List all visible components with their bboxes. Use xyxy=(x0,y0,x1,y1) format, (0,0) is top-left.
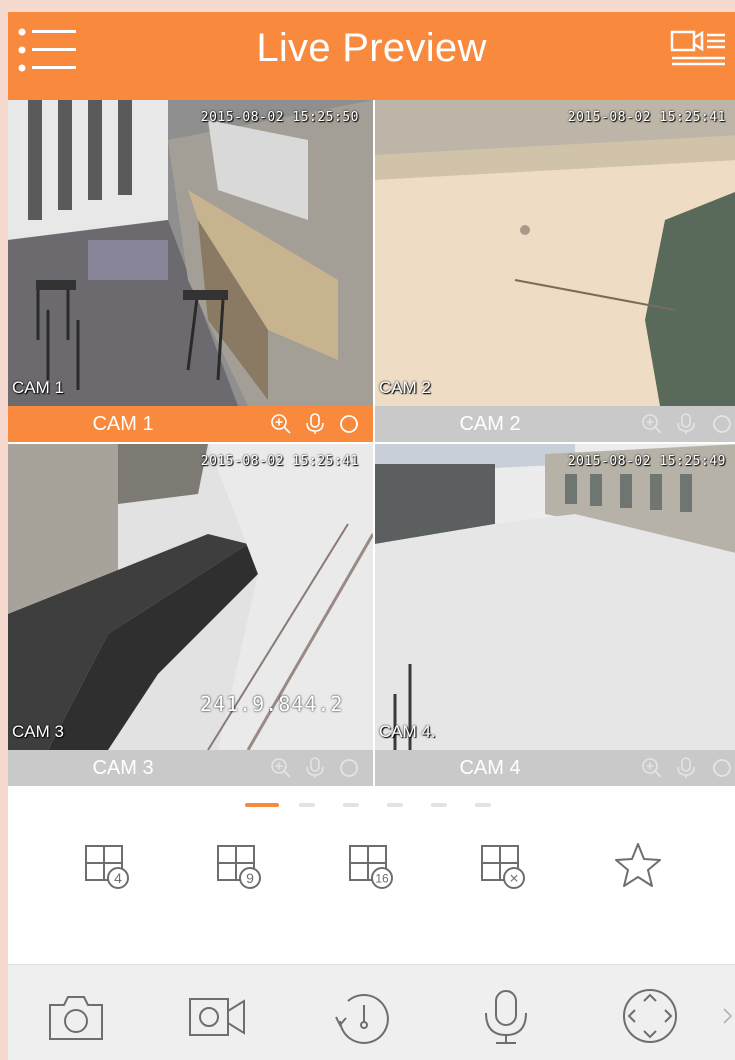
layout-badge: 9 xyxy=(246,870,254,886)
microphone-icon[interactable] xyxy=(675,757,697,779)
camera-osd-name: CAM 1 xyxy=(12,378,64,397)
page-dot-3[interactable] xyxy=(343,803,359,807)
camera-timestamp: 2015-08-02 15:25:50 xyxy=(200,110,359,125)
camera-tile-1[interactable]: 2015-08-02 15:25:50 CAM 1 CAM 1 xyxy=(8,100,373,442)
circle-icon[interactable] xyxy=(338,757,360,779)
camera-tile-3[interactable]: 2015-08-02 15:25:41 241.9.844.2 CAM 3 CA… xyxy=(8,444,373,786)
playback-history-icon[interactable] xyxy=(330,985,394,1047)
video-playback-list-icon[interactable] xyxy=(669,26,727,76)
camera-feed-4[interactable]: 2015-08-02 15:25:49 CAM 4. xyxy=(375,444,735,750)
camera-label: CAM 4 xyxy=(459,757,521,779)
snapshot-camera-icon[interactable] xyxy=(44,985,108,1047)
camera-bar-4[interactable]: CAM 4 xyxy=(375,750,735,786)
page-dot-5[interactable] xyxy=(431,803,447,807)
grid-4-icon[interactable]: 4 xyxy=(80,838,136,894)
camera-timestamp: 2015-08-02 15:25:41 xyxy=(200,454,359,469)
circle-icon[interactable] xyxy=(711,413,733,435)
microphone-icon[interactable] xyxy=(304,413,326,435)
zoom-in-icon[interactable] xyxy=(641,413,663,435)
ptz-control-icon[interactable] xyxy=(618,985,682,1047)
favorite-star-icon[interactable] xyxy=(610,838,666,894)
zoom-in-icon[interactable] xyxy=(270,757,292,779)
zoom-in-icon[interactable] xyxy=(270,413,292,435)
page-dot-4[interactable] xyxy=(387,803,403,807)
grid-16-icon[interactable]: 16 xyxy=(344,838,400,894)
camera-label: CAM 1 xyxy=(92,413,154,435)
camera-label: CAM 3 xyxy=(92,757,154,779)
close-all-icon[interactable]: × xyxy=(476,838,532,894)
layout-bar: 4 9 16 × xyxy=(8,838,735,908)
camera-osd-name: CAM 2 xyxy=(379,378,431,397)
record-video-icon[interactable] xyxy=(186,985,250,1047)
camera-bar-3[interactable]: CAM 3 xyxy=(8,750,373,786)
page-indicator xyxy=(8,798,735,812)
camera-timestamp: 2015-08-02 15:25:49 xyxy=(567,454,726,469)
camera-tile-2[interactable]: 2015-08-02 15:25:41 CAM 2 CAM 2 xyxy=(375,100,735,442)
top-bar: Live Preview xyxy=(8,12,735,100)
microphone-icon[interactable] xyxy=(675,413,697,435)
camera-osd-name: CAM 4. xyxy=(379,722,436,741)
camera-feed-2[interactable]: 2015-08-02 15:25:41 CAM 2 xyxy=(375,100,735,406)
camera-overlay-text: 241.9.844.2 xyxy=(200,692,344,716)
camera-label: CAM 2 xyxy=(459,413,521,435)
camera-feed-1[interactable]: 2015-08-02 15:25:50 CAM 1 xyxy=(8,100,373,406)
app-screen: Live Preview 2015-08-02 15:25:50 CAM 1 C… xyxy=(8,12,735,1060)
camera-bar-1[interactable]: CAM 1 xyxy=(8,406,373,442)
camera-grid: 2015-08-02 15:25:50 CAM 1 CAM 1 2015-08-… xyxy=(8,100,735,786)
zoom-in-icon[interactable] xyxy=(641,757,663,779)
camera-timestamp: 2015-08-02 15:25:41 xyxy=(567,110,726,125)
layout-badge: 4 xyxy=(114,870,122,886)
grid-9-icon[interactable]: 9 xyxy=(212,838,268,894)
page-title: Live Preview xyxy=(256,26,487,70)
circle-icon[interactable] xyxy=(338,413,360,435)
layout-badge: × xyxy=(509,871,518,888)
page-dot-6[interactable] xyxy=(475,803,491,807)
microphone-icon[interactable] xyxy=(304,757,326,779)
camera-bar-2[interactable]: CAM 2 xyxy=(375,406,735,442)
camera-osd-name: CAM 3 xyxy=(12,722,64,741)
page-dot-2[interactable] xyxy=(299,803,315,807)
page-dot-1[interactable] xyxy=(245,803,279,807)
talk-microphone-icon[interactable] xyxy=(474,985,538,1047)
camera-tile-4[interactable]: 2015-08-02 15:25:49 CAM 4. CAM 4 xyxy=(375,444,735,786)
bottom-toolbar xyxy=(8,964,735,1060)
circle-icon[interactable] xyxy=(711,757,733,779)
chevron-right-icon[interactable] xyxy=(721,1005,735,1027)
layout-badge: 16 xyxy=(375,872,389,886)
camera-feed-3[interactable]: 2015-08-02 15:25:41 241.9.844.2 CAM 3 xyxy=(8,444,373,750)
